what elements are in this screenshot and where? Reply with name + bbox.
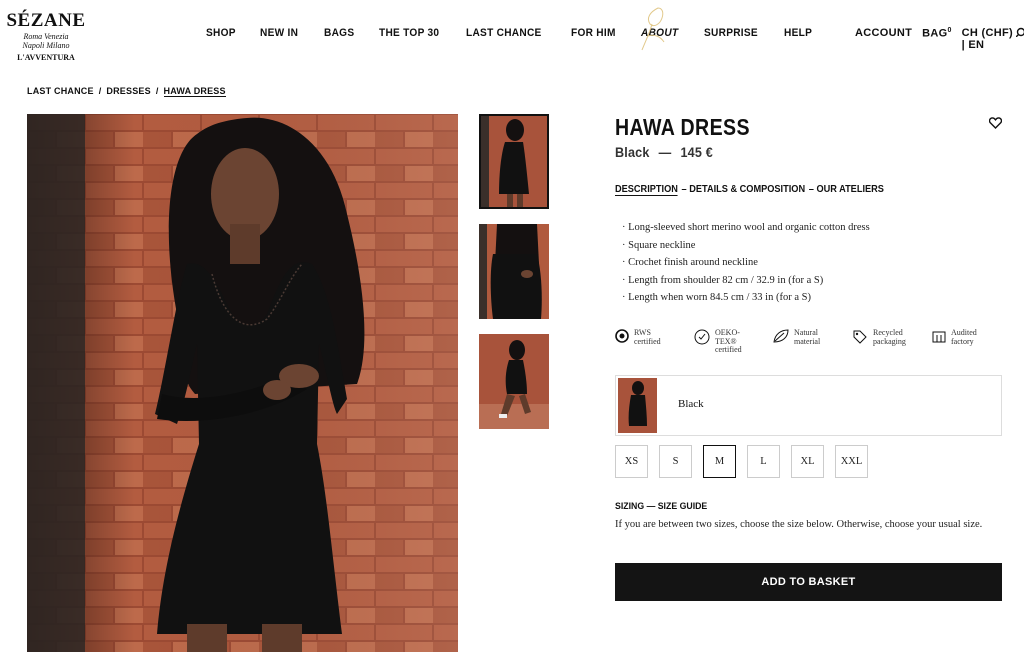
surprise-flower-icon [641,7,665,51]
breadcrumb-dresses[interactable]: DRESSES [106,86,150,97]
rws-icon [615,329,629,343]
main-nav: SHOP NEW IN BAGS THE TOP 30 LAST CHANCE … [206,27,837,39]
description-line: · Length when worn 84.5 cm / 33 in (for … [622,292,811,303]
nav-for-him[interactable]: FOR HIM [571,27,616,39]
price-separator: — [658,144,672,160]
logo-cities: Roma Venezia Napoli Milano [6,32,86,50]
heart-icon[interactable] [989,117,1002,129]
thumbnail-list [479,114,549,444]
product-color-price: Black — 145 € [615,144,713,160]
badge-recycled-line2: packaging [873,336,906,346]
badge-oeko-tex: OEKO- TEX® certified [694,328,773,355]
product-price: 145 € [680,144,713,160]
add-to-basket-button[interactable]: ADD TO BASKET [615,563,1002,601]
leaf-icon [773,329,789,343]
brand-logo[interactable]: SÉZANE Roma Venezia Napoli Milano L'AVVE… [6,10,86,62]
thumbnail-image [479,114,549,209]
color-swatch-black[interactable] [618,378,657,433]
nav-new-in[interactable]: NEW IN [260,27,298,39]
size-s[interactable]: S [659,445,692,478]
tag-icon [853,330,867,344]
product-tabs: DESCRIPTION – DETAILS & COMPOSITION – OU… [615,184,884,196]
sustainability-badges: RWS certified OEKO- TEX® certified Natural m… [615,328,1002,355]
nav-last-chance[interactable]: LAST CHANCE [466,27,542,39]
description-line: · Square neckline [622,239,696,251]
thumbnail-3[interactable] [479,334,549,429]
product-main-image[interactable] [27,114,458,652]
nav-surprise[interactable]: SURPRISE [704,27,758,39]
size-l[interactable]: L [747,445,780,478]
color-selector[interactable]: Black [615,375,1002,436]
nav-help[interactable]: HELP [784,27,812,39]
breadcrumb-last-chance[interactable]: LAST CHANCE [27,86,94,97]
badge-rws: RWS certified [615,328,694,355]
swatch-image [618,378,657,433]
badge-audited-line2: factory [951,336,974,346]
badge-rws-line2: certified [634,336,661,346]
nav-top-30[interactable]: THE TOP 30 [379,27,439,39]
description-line: · Long-sleeved short merino wool and org… [622,222,870,233]
badge-audited-factory: Audited factory [932,328,1002,355]
size-xxl[interactable]: XXL [835,445,868,478]
nav-shop[interactable]: SHOP [206,27,236,39]
tab-our-ateliers[interactable]: – OUR ATELIERS [809,184,884,196]
bag-link[interactable]: BAG0 [922,27,952,51]
factory-icon [932,331,946,343]
tab-details-composition[interactable]: – DETAILS & COMPOSITION [682,184,806,196]
thumbnail-1[interactable] [479,114,549,209]
thumbnail-image [479,334,549,429]
thumbnail-image [479,224,549,319]
bag-count: 0 [947,27,952,34]
logo-cities-line-2: Napoli Milano [22,41,70,50]
breadcrumb-separator: / [98,86,102,96]
bag-label: BAG [922,27,948,40]
description-line: · Length from shoulder 82 cm / 32.9 in (… [622,274,824,286]
sizing-note: If you are between two sizes, choose the… [615,519,983,530]
locale-selector[interactable]: CH (CHF) | EN [962,27,1014,51]
product-color: Black [615,144,650,160]
size-selector: XS S M L XL XXL [615,445,879,478]
breadcrumb-separator: / [155,86,159,96]
badge-recycled-packaging: Recycled packaging [852,328,932,355]
breadcrumb-current[interactable]: HAWA DRESS [163,86,226,97]
badge-oeko-line3: certified [715,345,742,354]
account-link[interactable]: ACCOUNT [855,27,912,51]
badge-natural-material: Natural material [773,328,852,355]
product-photo [27,114,458,652]
site-header: SÉZANE Roma Venezia Napoli Milano L'AVVE… [0,0,1024,72]
oeko-tex-icon [694,329,710,345]
search-icon[interactable] [1016,27,1024,37]
product-title: HAWA DRESS [615,114,750,140]
nav-bags[interactable]: BAGS [324,27,354,39]
size-m[interactable]: M [703,445,736,478]
logo-wordmark: SÉZANE [6,10,86,31]
thumbnail-2[interactable] [479,224,549,319]
badge-natural-line2: material [794,336,821,346]
size-guide-link[interactable]: SIZING — SIZE GUIDE [615,501,707,512]
size-xl[interactable]: XL [791,445,824,478]
logo-subtitle: L'AVVENTURA [17,53,75,62]
account-nav: ACCOUNT BAG0 CH (CHF) | EN [855,27,1024,51]
tab-description[interactable]: DESCRIPTION [615,184,678,196]
product-description: · Long-sleeved short merino wool and org… [622,219,870,307]
description-line: · Crochet finish around neckline [622,257,758,268]
logo-cities-line-1: Roma Venezia [23,32,69,41]
color-option-label: Black [678,398,704,410]
size-xs[interactable]: XS [615,445,648,478]
breadcrumb: LAST CHANCE / DRESSES / HAWA DRESS [27,86,226,97]
